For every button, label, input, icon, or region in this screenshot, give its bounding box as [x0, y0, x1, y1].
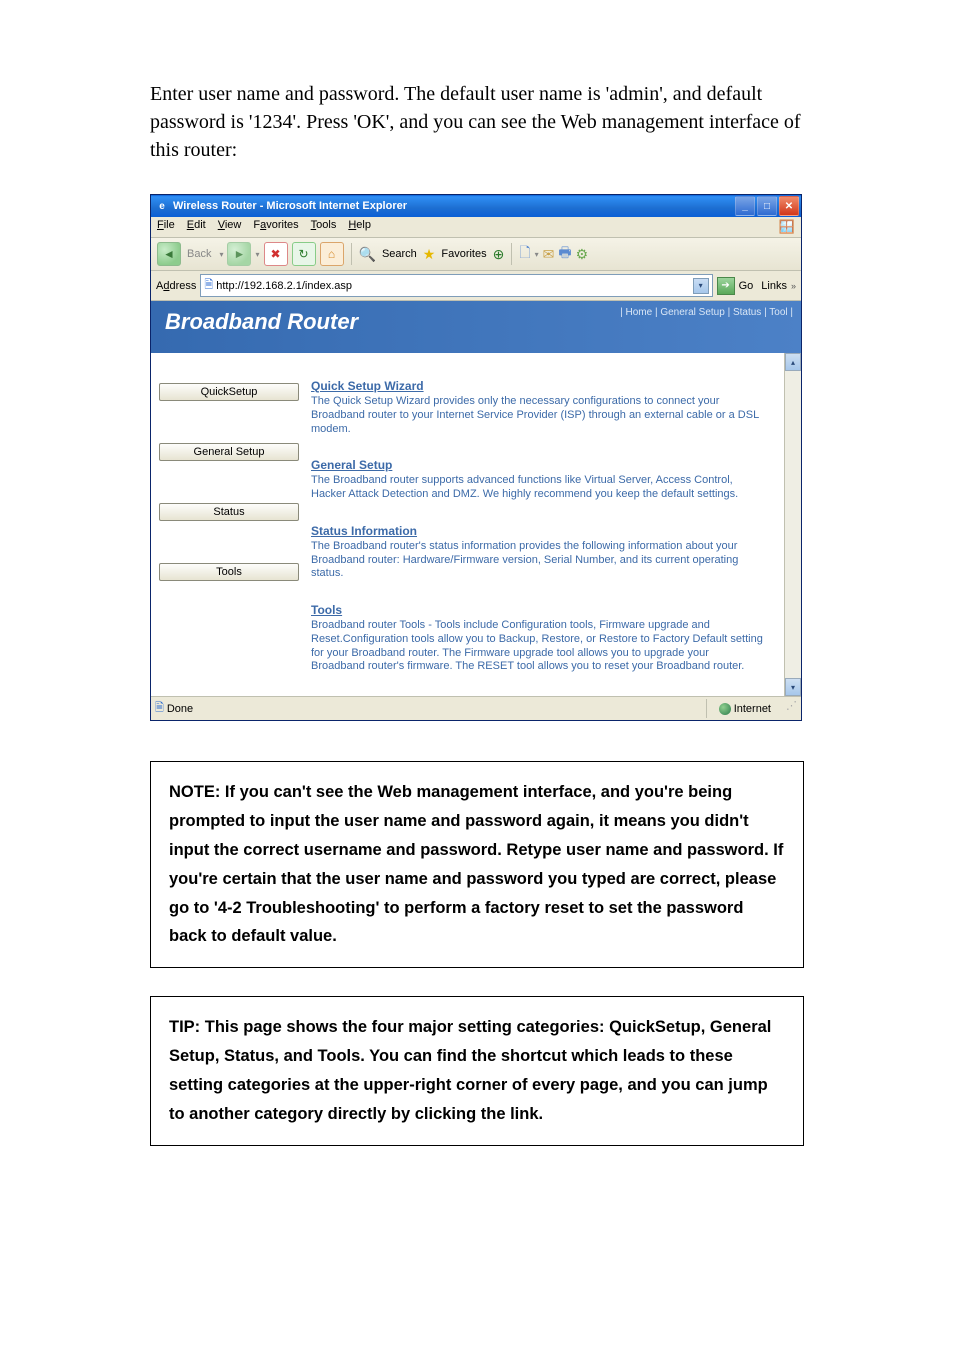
page-content: | Home | General Setup | Status | Tool |…	[151, 301, 801, 720]
status-done: 🗎 Done	[155, 699, 193, 718]
router-nav-links[interactable]: | Home | General Setup | Status | Tool |	[620, 307, 793, 318]
done-page-icon: 🗎	[155, 699, 164, 718]
router-sidebar: QuickSetup General Setup Status Tools	[151, 353, 307, 696]
forward-button[interactable]: ►	[227, 242, 251, 266]
scroll-down-icon[interactable]: ▾	[785, 678, 801, 696]
section-tools: Tools Broadband router Tools - Tools inc…	[311, 603, 764, 674]
quicksetup-button[interactable]: QuickSetup	[159, 383, 299, 401]
scrollbar[interactable]: ▴ ▾	[784, 353, 801, 696]
minimize-button[interactable]: _	[735, 196, 755, 216]
forward-dropdown-icon[interactable]: ▾	[255, 250, 259, 259]
scroll-up-icon[interactable]: ▴	[785, 353, 801, 371]
section-status: Status Information The Broadband router'…	[311, 524, 764, 581]
history-icon[interactable]: 🗋	[519, 242, 530, 266]
page-icon: 🗎	[204, 276, 213, 295]
window-title: Wireless Router - Microsoft Internet Exp…	[173, 200, 735, 212]
tools-text: Broadband router Tools - Tools include C…	[311, 619, 764, 674]
links-chevron-icon[interactable]: »	[791, 281, 796, 291]
discuss-icon[interactable]: ⚙	[576, 246, 589, 263]
ie-icon: e	[155, 199, 169, 213]
refresh-button[interactable]: ↻	[292, 242, 316, 266]
general-setup-button[interactable]: General Setup	[159, 443, 299, 461]
menu-file[interactable]: File	[157, 219, 175, 235]
scroll-track[interactable]	[785, 371, 801, 678]
close-button[interactable]: ✕	[779, 196, 799, 216]
windows-flag-icon: 🪟	[779, 219, 795, 235]
address-label: Address	[156, 280, 196, 292]
menu-view[interactable]: View	[218, 219, 242, 235]
quick-setup-text: The Quick Setup Wizard provides only the…	[311, 395, 764, 436]
address-bar: Address 🗎 http://192.168.2.1/index.asp ▾…	[151, 271, 801, 301]
tools-button[interactable]: Tools	[159, 563, 299, 581]
intro-paragraph: Enter user name and password. The defaul…	[150, 80, 804, 164]
router-header: | Home | General Setup | Status | Tool |…	[151, 301, 801, 353]
menu-edit[interactable]: Edit	[187, 219, 206, 235]
back-dropdown-icon[interactable]: ▾	[219, 250, 223, 259]
search-label[interactable]: Search	[380, 248, 419, 260]
window-titlebar: e Wireless Router - Microsoft Internet E…	[151, 195, 801, 217]
address-input[interactable]: 🗎 http://192.168.2.1/index.asp ▾	[200, 274, 712, 297]
back-button[interactable]: ◄	[157, 242, 181, 266]
back-label: Back	[187, 248, 211, 260]
tools-heading[interactable]: Tools	[311, 603, 764, 617]
menu-bar: File Edit View Favorites Tools Help 🪟	[151, 217, 801, 238]
general-setup-text: The Broadband router supports advanced f…	[311, 474, 764, 502]
menu-help[interactable]: Help	[348, 219, 371, 235]
quick-setup-heading[interactable]: Quick Setup Wizard	[311, 379, 764, 393]
internet-zone-icon	[719, 703, 731, 715]
status-bar: 🗎 Done Internet ⋰	[151, 696, 801, 720]
mail-icon[interactable]: ✉	[543, 246, 555, 263]
resize-grip-icon[interactable]: ⋰	[783, 699, 797, 718]
go-button[interactable]: ➔	[717, 277, 735, 295]
status-zone: Internet	[706, 699, 783, 718]
section-quick-setup: Quick Setup Wizard The Quick Setup Wizar…	[311, 379, 764, 436]
tip-box: TIP: This page shows the four major sett…	[150, 996, 804, 1146]
favorites-label[interactable]: Favorites	[439, 248, 488, 260]
note-box: NOTE: If you can't see the Web managemen…	[150, 761, 804, 968]
status-button[interactable]: Status	[159, 503, 299, 521]
status-heading[interactable]: Status Information	[311, 524, 764, 538]
menu-tools[interactable]: Tools	[311, 219, 337, 235]
router-main: Quick Setup Wizard The Quick Setup Wizar…	[307, 353, 784, 696]
maximize-button[interactable]: □	[757, 196, 777, 216]
menu-favorites[interactable]: Favorites	[253, 219, 298, 235]
address-url: http://192.168.2.1/index.asp	[216, 280, 352, 292]
favorites-icon[interactable]: ★	[423, 246, 436, 263]
toolbar: ◄ Back ▾ ► ▾ ✖ ↻ ⌂ 🔍 Search ★ Favorites …	[151, 238, 801, 271]
search-icon[interactable]: 🔍	[359, 246, 376, 263]
print-icon[interactable]: 🖶	[558, 242, 571, 266]
address-dropdown-icon[interactable]: ▾	[693, 278, 709, 294]
go-label[interactable]: Go	[739, 280, 754, 292]
browser-window: e Wireless Router - Microsoft Internet E…	[150, 194, 802, 721]
links-label[interactable]: Links	[761, 280, 787, 292]
stop-button[interactable]: ✖	[264, 242, 288, 266]
section-general-setup: General Setup The Broadband router suppo…	[311, 458, 764, 502]
media-icon[interactable]: ⊕	[493, 246, 505, 263]
general-setup-heading[interactable]: General Setup	[311, 458, 764, 472]
home-button[interactable]: ⌂	[320, 242, 344, 266]
status-text: The Broadband router's status informatio…	[311, 540, 764, 581]
